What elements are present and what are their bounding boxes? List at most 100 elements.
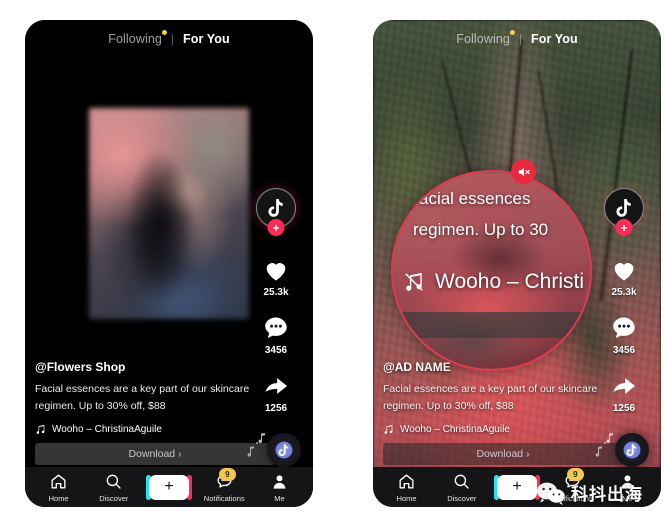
- avatar[interactable]: +: [256, 188, 296, 236]
- nav-item-notifications[interactable]: Notifications 9: [197, 467, 252, 503]
- nav-label-notifications: Notifications: [203, 493, 245, 503]
- nav-label-discover: Discover: [447, 493, 477, 503]
- music-disc-right[interactable]: [595, 433, 649, 467]
- home-icon: [51, 473, 66, 489]
- like-count: 25.3k: [611, 287, 637, 298]
- tab-for-you-label: For You: [530, 32, 578, 46]
- home-icon: [399, 473, 414, 489]
- nav-item-me[interactable]: Me: [252, 472, 307, 503]
- magnified-description-line-2: regimen. Up to 30: [413, 220, 549, 239]
- tab-following[interactable]: Following: [108, 30, 167, 46]
- share-count: 1256: [264, 403, 288, 414]
- nav-item-create[interactable]: +: [141, 474, 196, 500]
- search-icon: [454, 474, 469, 489]
- phone-right: Following For You + 25.3k 3456 1256 Faci…: [373, 20, 661, 507]
- music-title: Wooho – ChristinaAguile: [52, 424, 162, 435]
- tiktok-note-icon: [615, 198, 631, 217]
- speaker-mute-icon: [518, 167, 530, 176]
- disc-circle[interactable]: [267, 433, 301, 467]
- music-disc-left[interactable]: [247, 433, 301, 467]
- comment-icon: [613, 317, 635, 339]
- share-count: 1256: [612, 403, 636, 414]
- magnified-description-line-1: acial essences: [419, 189, 531, 208]
- magnified-cta-bar: [393, 312, 590, 338]
- tiktok-note-icon: [278, 443, 289, 456]
- comment-icon: [265, 317, 287, 339]
- disc-circle[interactable]: [615, 433, 649, 467]
- nav-label-home: Home: [48, 493, 69, 503]
- like-button[interactable]: 25.3k: [261, 256, 291, 298]
- wechat-watermark: 科抖出海: [536, 480, 643, 505]
- tab-for-you-label: For You: [182, 32, 230, 46]
- follow-button[interactable]: +: [615, 219, 633, 236]
- create-button[interactable]: +: [146, 474, 192, 500]
- magnifier-callout: acial essences regimen. Up to 30 Wooho –…: [391, 170, 592, 371]
- tab-separator: [171, 33, 173, 45]
- magnified-music-title: Wooho – Christi: [435, 270, 585, 293]
- comment-button[interactable]: 3456: [609, 314, 639, 356]
- music-note-muted-icon: [405, 272, 423, 291]
- top-tab-bar: Following For You: [373, 30, 661, 46]
- share-button[interactable]: 1256: [609, 372, 639, 414]
- music-note-icon: [36, 424, 45, 434]
- music-row[interactable]: Wooho – ChristinaAguile: [383, 424, 599, 435]
- account-handle[interactable]: @Flowers Shop: [35, 360, 251, 374]
- action-rail-left: + 25.3k 3456 1256: [250, 188, 302, 430]
- share-icon: [265, 378, 288, 394]
- status-badge: 9: [566, 467, 584, 481]
- magnifier-content: acial essences regimen. Up to 30 Wooho –…: [393, 172, 590, 369]
- magnified-music-row: Wooho – Christi: [403, 270, 584, 294]
- floating-music-notes-icon: [247, 433, 265, 457]
- search-icon: [106, 474, 121, 489]
- heart-icon: [266, 263, 286, 281]
- tab-following-label: Following: [108, 32, 162, 46]
- nav-item-discover[interactable]: Discover: [86, 472, 141, 503]
- heart-icon: [614, 263, 634, 281]
- share-button[interactable]: 1256: [261, 372, 291, 414]
- notification-dot-icon: [509, 30, 515, 35]
- share-icon: [613, 378, 636, 394]
- video-description: Facial essences are a key part of our sk…: [35, 383, 250, 412]
- top-tab-bar: Following For You: [25, 30, 313, 46]
- status-badge: 9: [218, 467, 236, 481]
- nav-item-discover[interactable]: Discover: [434, 472, 489, 503]
- floating-music-notes-icon: [595, 433, 613, 457]
- screenshot-stage: Following For You + 25.3k 3456 1256 @Flo…: [0, 0, 664, 524]
- nav-label-discover: Discover: [99, 493, 129, 503]
- music-note-icon: [384, 424, 393, 434]
- nav-label-me: Me: [274, 493, 285, 503]
- download-cta-right[interactable]: Download ›: [383, 443, 623, 465]
- music-row[interactable]: Wooho – ChristinaAguile: [35, 424, 251, 435]
- comment-count: 3456: [264, 345, 288, 356]
- like-count: 25.3k: [263, 287, 289, 298]
- notification-dot-icon: [161, 30, 167, 35]
- avatar[interactable]: +: [604, 188, 644, 236]
- like-button[interactable]: 25.3k: [609, 256, 639, 298]
- caption-block-left: @Flowers Shop Facial essences are a key …: [35, 360, 251, 435]
- tab-for-you[interactable]: For You: [531, 32, 578, 46]
- download-cta-left[interactable]: Download ›: [35, 443, 275, 465]
- music-title: Wooho – ChristinaAguile: [400, 424, 510, 435]
- action-rail-right: + 25.3k 3456 1256: [598, 188, 650, 430]
- tab-separator: [519, 33, 521, 45]
- tiktok-note-icon: [267, 198, 283, 217]
- comment-button[interactable]: 3456: [261, 314, 291, 356]
- tab-following-label: Following: [456, 32, 510, 46]
- nav-item-home[interactable]: Home: [379, 472, 434, 503]
- mute-indicator[interactable]: [511, 159, 536, 184]
- phone-left: Following For You + 25.3k 3456 1256 @Flo…: [25, 20, 313, 507]
- tiktok-note-icon: [626, 443, 637, 456]
- caption-block-right: @AD NAME Facial essences are a key part …: [383, 360, 599, 435]
- create-button[interactable]: +: [494, 474, 540, 500]
- wechat-logo-icon: [537, 482, 565, 505]
- profile-icon: [273, 474, 286, 489]
- video-description: Facial essences are a key part of our sk…: [383, 383, 598, 412]
- tab-for-you[interactable]: For You: [183, 32, 230, 46]
- nav-label-home: Home: [396, 493, 417, 503]
- comment-count: 3456: [612, 345, 636, 356]
- bottom-nav-left: Home Discover + Notifications 9 Me: [25, 467, 313, 507]
- portrait-video-clip: [89, 108, 249, 319]
- nav-item-home[interactable]: Home: [31, 472, 86, 503]
- follow-button[interactable]: +: [267, 219, 285, 236]
- tab-following[interactable]: Following: [456, 30, 515, 46]
